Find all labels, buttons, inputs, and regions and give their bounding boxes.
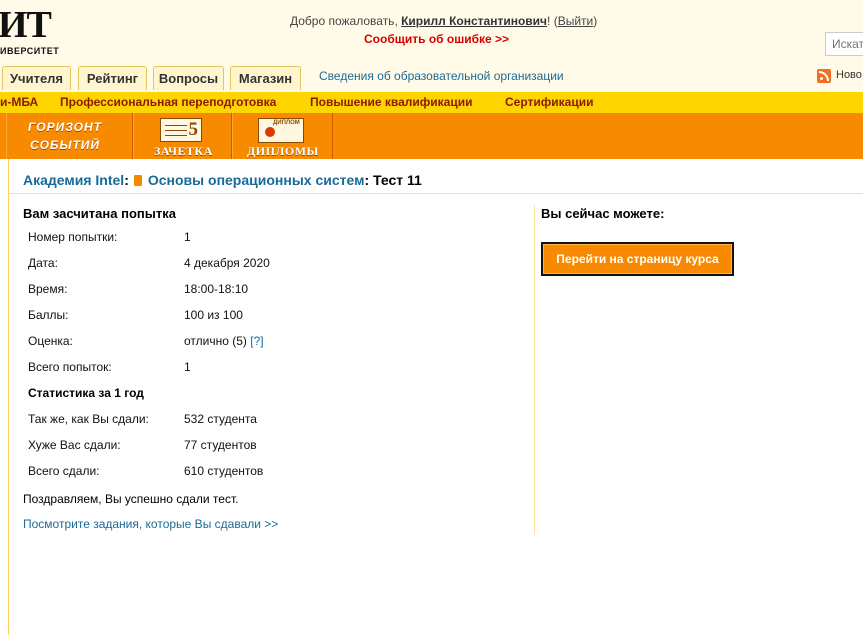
same-result-label: Так же, как Вы сдали: xyxy=(28,412,149,426)
book-icon xyxy=(133,175,142,186)
gradebook-button[interactable]: 5 ЗАЧЕТКА xyxy=(133,113,232,159)
logout-link[interactable]: Выйти xyxy=(558,14,594,28)
tab-questions[interactable]: Вопросы xyxy=(153,66,224,90)
congrats-message: Поздравляем, Вы успешно сдали тест. xyxy=(23,492,239,506)
report-error-link[interactable]: Сообщить об ошибке >> xyxy=(364,32,509,46)
breadcrumb-academy[interactable]: Академия Intel xyxy=(23,172,124,188)
diploma-seal xyxy=(265,127,275,137)
result-heading: Вам засчитана попытка xyxy=(23,206,176,221)
grade-help-link[interactable]: [?] xyxy=(250,334,263,348)
news-link[interactable]: Ново xyxy=(836,69,862,81)
gradebook-line xyxy=(165,125,187,126)
attempt-number-label: Номер попытки: xyxy=(28,230,118,244)
attempts-total-value: 1 xyxy=(184,360,191,374)
time-value: 18:00-18:10 xyxy=(184,282,249,296)
actions-heading: Вы сейчас можете: xyxy=(541,206,665,221)
attempts-total-label: Всего попыток: xyxy=(28,360,112,374)
tab-shop[interactable]: Магазин xyxy=(230,66,301,90)
stats-heading: Статистика за 1 год xyxy=(28,386,144,400)
welcome-prefix: Добро пожаловать, xyxy=(290,14,402,28)
breadcrumb-test: Тест 11 xyxy=(373,172,422,188)
diplomas-label: ДИПЛОМЫ xyxy=(247,144,319,158)
diplomas-button[interactable]: ДИПЛОМ ДИПЛОМЫ xyxy=(232,113,333,159)
see-tasks-link[interactable]: Посмотрите задания, которые Вы сдавали >… xyxy=(23,517,278,531)
gradebook-label: ЗАЧЕТКА xyxy=(154,144,213,158)
grade-label: Оценка: xyxy=(28,334,73,348)
column-divider xyxy=(534,205,535,535)
divider xyxy=(8,193,863,194)
search-input[interactable] xyxy=(825,32,863,56)
time-label: Время: xyxy=(28,282,68,296)
site-logo-subtitle: ИВЕРСИТЕТ xyxy=(0,46,60,56)
program-certification[interactable]: Сертификации xyxy=(505,95,593,109)
go-to-course-button[interactable]: Перейти на страницу курса xyxy=(541,242,734,276)
score-label: Баллы: xyxy=(28,308,69,322)
score-value: 100 из 100 xyxy=(184,308,243,322)
program-mba[interactable]: и-МБА xyxy=(0,95,38,109)
breadcrumb: Академия Intel: Основы операционных систе… xyxy=(23,172,422,188)
breadcrumb-course[interactable]: Основы операционных систем xyxy=(148,172,365,188)
site-header: ИТ ИВЕРСИТЕТ Добро пожаловать, Кирилл Ко… xyxy=(0,0,863,65)
tab-rating[interactable]: Рейтинг xyxy=(78,66,147,90)
welcome-close: ) xyxy=(593,14,598,28)
site-logo[interactable]: ИТ xyxy=(0,6,52,44)
total-passed-value: 610 студентов xyxy=(184,464,264,478)
gradebook-line xyxy=(165,130,187,131)
attempt-number-value: 1 xyxy=(184,230,191,244)
date-label: Дата: xyxy=(28,256,58,270)
main-nav-tabs: Учителя Рейтинг Вопросы Магазин Сведения… xyxy=(0,65,863,92)
welcome-message: Добро пожаловать, Кирилл Константинович!… xyxy=(290,14,597,28)
same-result-value: 532 студента xyxy=(184,412,257,426)
org-info-link[interactable]: Сведения об образовательной организации xyxy=(319,69,564,83)
welcome-suffix: ! ( xyxy=(547,14,558,28)
programs-bar: и-МБА Профессиональная переподготовка По… xyxy=(0,92,863,114)
grade-text: отлично (5) xyxy=(184,334,247,348)
horizon-events-button[interactable]: ГОРИЗОНТ СОБЫТИЙ xyxy=(6,113,133,159)
diploma-icon-text: ДИПЛОМ xyxy=(273,120,300,126)
horizon-line2: СОБЫТИЙ xyxy=(29,138,101,152)
gradebook-number: 5 xyxy=(188,119,199,140)
program-retraining[interactable]: Профессиональная переподготовка xyxy=(60,95,276,109)
grade-value: отлично (5) [?] xyxy=(184,334,264,348)
tab-teachers[interactable]: Учителя xyxy=(2,66,71,90)
horizon-line1: ГОРИЗОНТ xyxy=(28,120,102,134)
user-name-link[interactable]: Кирилл Константинович xyxy=(401,14,547,28)
breadcrumb-sep: : xyxy=(364,172,374,188)
breadcrumb-sep: : xyxy=(124,172,129,188)
total-passed-label: Всего сдали: xyxy=(28,464,100,478)
worse-result-value: 77 студентов xyxy=(184,438,257,452)
diploma-icon: ДИПЛОМ xyxy=(258,118,304,143)
program-qualification[interactable]: Повышение квалификации xyxy=(310,95,472,109)
orange-banner: ГОРИЗОНТ СОБЫТИЙ 5 ЗАЧЕТКА ДИПЛОМ ДИПЛОМ… xyxy=(0,113,863,159)
gradebook-icon: 5 xyxy=(160,118,202,142)
rss-icon[interactable] xyxy=(817,69,831,83)
date-value: 4 декабря 2020 xyxy=(184,256,270,270)
gradebook-line xyxy=(165,135,187,136)
rss-dot xyxy=(820,77,823,80)
worse-result-label: Хуже Вас сдали: xyxy=(28,438,121,452)
